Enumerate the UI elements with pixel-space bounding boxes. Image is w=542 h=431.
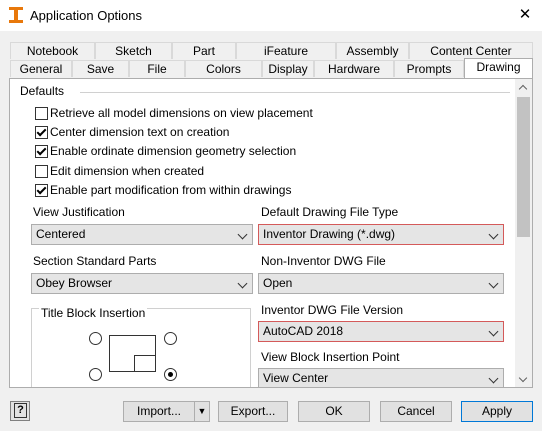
chevron-down-icon <box>488 373 499 384</box>
non-inventor-dwg-label: Non-Inventor DWG File <box>261 254 386 268</box>
drawing-options-panel: Defaults Retrieve all model dimensions o… <box>9 78 533 388</box>
view-block-insertion-select[interactable]: View Center <box>258 368 504 387</box>
select-value: Centered <box>36 227 86 241</box>
default-drawing-file-type-select[interactable]: Inventor Drawing (*.dwg) <box>258 224 504 245</box>
view-justification-select[interactable]: Centered <box>31 224 253 245</box>
section-standard-parts-label: Section Standard Parts <box>33 254 157 268</box>
view-block-insertion-label: View Block Insertion Point <box>261 350 400 364</box>
defaults-group-title: Defaults <box>20 84 65 98</box>
tab-save[interactable]: Save <box>72 60 129 77</box>
checkbox-box[interactable] <box>35 126 48 139</box>
checkbox-label: Enable ordinate dimension geometry selec… <box>50 144 297 158</box>
select-value: Inventor Drawing (*.dwg) <box>263 227 396 241</box>
tab-sketch[interactable]: Sketch <box>95 42 172 59</box>
checkbox-box[interactable] <box>35 165 48 178</box>
tab-notebook[interactable]: Notebook <box>10 42 95 59</box>
radio-top-right[interactable] <box>164 332 177 345</box>
chevron-down-icon <box>488 326 499 337</box>
window-title: Application Options <box>30 8 143 23</box>
import-dropdown-button[interactable]: ▼ <box>194 401 210 422</box>
ok-button[interactable]: OK <box>298 401 370 422</box>
default-drawing-file-type-label: Default Drawing File Type <box>261 205 399 219</box>
select-value: View Center <box>263 371 329 385</box>
tab-hardware[interactable]: Hardware <box>314 60 394 77</box>
tab-colors[interactable]: Colors <box>185 60 262 77</box>
chevron-down-icon <box>237 278 248 289</box>
title-block-preview-icon <box>134 355 155 371</box>
inventor-dwg-version-select[interactable]: AutoCAD 2018 <box>258 321 504 342</box>
select-value: Open <box>263 276 293 290</box>
tab-assembly[interactable]: Assembly <box>336 42 409 59</box>
checkbox-box[interactable] <box>35 184 48 197</box>
title-block-insertion-label: Title Block Insertion <box>39 306 148 320</box>
radio-top-left[interactable] <box>89 332 102 345</box>
tab-content-center[interactable]: Content Center <box>409 42 533 59</box>
select-value: Obey Browser <box>36 276 113 290</box>
chevron-down-icon <box>237 229 248 240</box>
checkbox-label: Retrieve all model dimensions on view pl… <box>50 106 313 120</box>
import-button[interactable]: Import... <box>123 401 195 422</box>
select-value: AutoCAD 2018 <box>263 324 344 338</box>
close-icon[interactable]: ✕ <box>517 5 533 25</box>
section-standard-parts-select[interactable]: Obey Browser <box>31 273 253 294</box>
chevron-down-icon <box>488 278 499 289</box>
chevron-down-icon <box>488 229 499 240</box>
tab-prompts[interactable]: Prompts <box>394 60 464 77</box>
export-button[interactable]: Export... <box>218 401 288 422</box>
checkbox-label: Edit dimension when created <box>50 164 205 178</box>
apply-button[interactable]: Apply <box>461 401 533 422</box>
checkbox-box[interactable] <box>35 145 48 158</box>
cancel-button[interactable]: Cancel <box>380 401 452 422</box>
scrollbar-thumb[interactable] <box>517 97 530 237</box>
inventor-dwg-version-label: Inventor DWG File Version <box>261 303 404 317</box>
checkbox-label: Center dimension text on creation <box>50 125 230 139</box>
tab-general[interactable]: General <box>10 60 72 77</box>
tab-part[interactable]: Part <box>172 42 236 59</box>
tab-file[interactable]: File <box>129 60 185 77</box>
radio-bottom-left[interactable] <box>89 368 102 381</box>
tab-ifeature[interactable]: iFeature <box>236 42 336 59</box>
checkbox-box[interactable] <box>35 107 48 120</box>
inventor-app-icon <box>9 7 23 23</box>
tab-drawing[interactable]: Drawing <box>464 58 533 78</box>
non-inventor-dwg-select[interactable]: Open <box>258 273 504 294</box>
view-justification-label: View Justification <box>33 205 125 219</box>
radio-bottom-right[interactable] <box>164 368 177 381</box>
divider <box>80 92 510 93</box>
tab-display[interactable]: Display <box>262 60 314 77</box>
checkbox-label: Enable part modification from within dra… <box>50 183 292 197</box>
help-icon: ? <box>14 403 27 418</box>
